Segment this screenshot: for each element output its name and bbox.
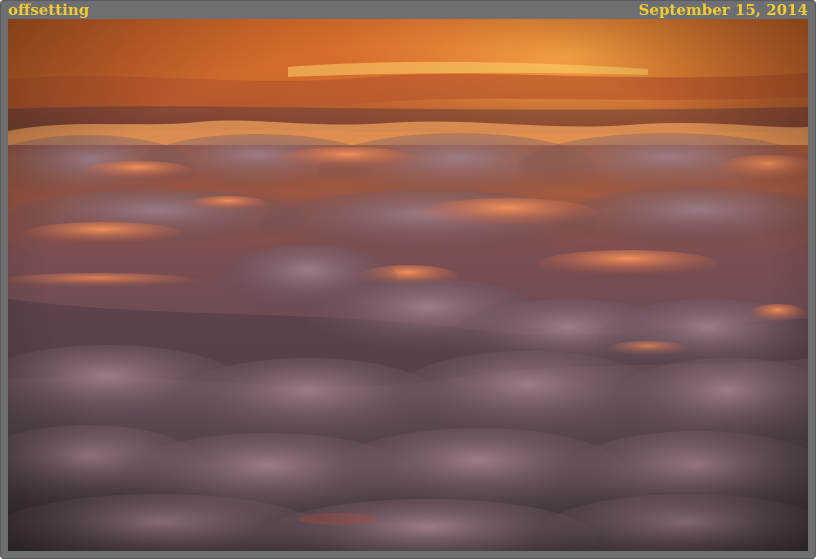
photo-title: offsetting bbox=[8, 1, 90, 19]
photo-frame: offsetting September 15, 2014 bbox=[0, 0, 816, 559]
cloud-sunset-photo bbox=[8, 19, 808, 551]
cloud-sunset-image bbox=[8, 19, 808, 551]
photo-date: September 15, 2014 bbox=[638, 1, 808, 19]
